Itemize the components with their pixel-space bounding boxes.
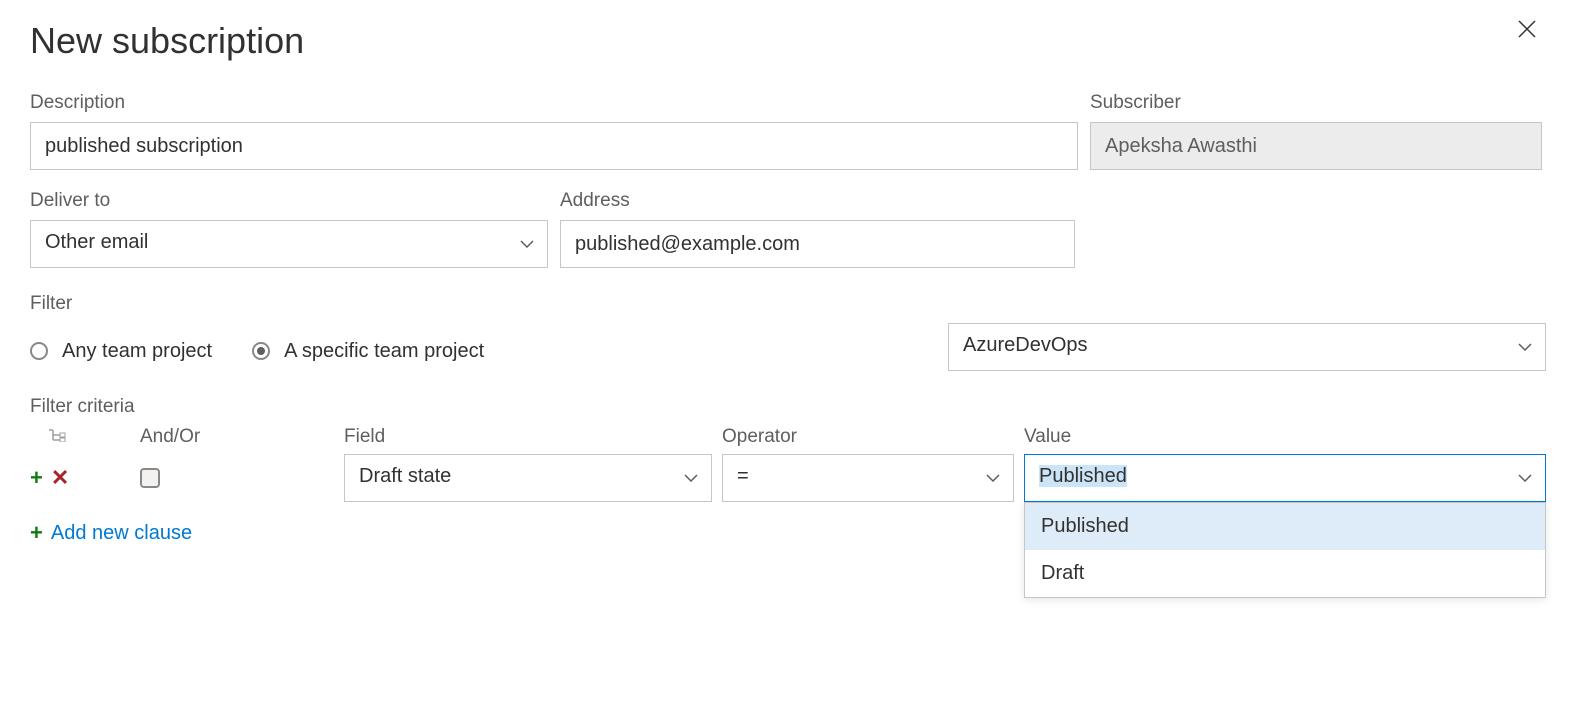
project-select[interactable]: AzureDevOps — [948, 323, 1546, 371]
value-header: Value — [1024, 426, 1071, 448]
radio-circle-icon — [30, 342, 48, 360]
plus-icon: + — [30, 520, 43, 546]
description-label: Description — [30, 92, 1078, 114]
field-header: Field — [344, 426, 712, 448]
project-value: AzureDevOps — [963, 334, 1088, 356]
andor-checkbox[interactable] — [140, 468, 160, 488]
field-value: Draft state — [359, 465, 451, 487]
dropdown-item-draft[interactable]: Draft — [1025, 550, 1545, 597]
deliver-to-value: Other email — [45, 231, 148, 253]
field-select[interactable]: Draft state — [344, 454, 712, 502]
radio-specific-project-label: A specific team project — [284, 340, 484, 363]
remove-clause-icon[interactable]: ✕ — [51, 465, 69, 491]
dropdown-item-published[interactable]: Published — [1025, 503, 1545, 550]
dialog-title: New subscription — [30, 20, 304, 62]
subscriber-input — [1090, 122, 1542, 170]
address-input[interactable] — [560, 220, 1075, 268]
radio-any-project-label: Any team project — [62, 340, 212, 363]
add-clause-label: Add new clause — [51, 522, 192, 545]
description-input[interactable] — [30, 122, 1078, 170]
subscriber-label: Subscriber — [1090, 92, 1542, 114]
tree-icon — [48, 429, 66, 446]
operator-value: = — [737, 465, 749, 487]
radio-specific-project[interactable]: A specific team project — [252, 340, 484, 363]
value-select[interactable]: Published — [1024, 454, 1546, 502]
deliver-to-label: Deliver to — [30, 190, 548, 212]
radio-any-project[interactable]: Any team project — [30, 340, 212, 363]
operator-header: Operator — [722, 426, 1014, 448]
add-clause-icon[interactable]: + — [30, 465, 43, 491]
radio-circle-checked-icon — [252, 342, 270, 360]
deliver-to-select[interactable]: Other email — [30, 220, 548, 268]
criteria-label: Filter criteria — [30, 396, 1546, 418]
value-dropdown-menu: Published Draft — [1024, 502, 1546, 598]
andor-header: And/Or — [140, 426, 290, 448]
close-icon[interactable] — [1508, 20, 1546, 44]
filter-label: Filter — [30, 293, 1546, 315]
value-value: Published — [1039, 465, 1127, 487]
operator-select[interactable]: = — [722, 454, 1014, 502]
address-label: Address — [560, 190, 1075, 212]
